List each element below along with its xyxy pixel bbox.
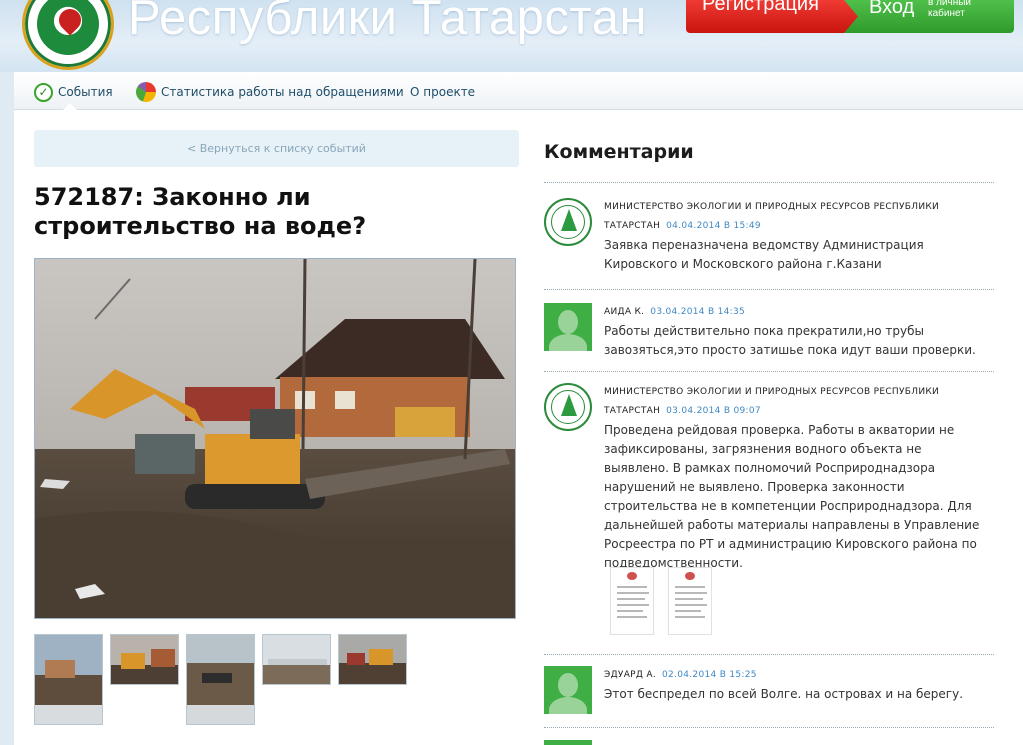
comment-divider [544, 371, 994, 372]
back-to-events-link[interactable]: < Вернуться к списку событий [34, 130, 519, 167]
comment-item: МИНИСТЕРСТВО ЭКОЛОГИИ И ПРИРОДНЫХ РЕСУРС… [544, 198, 994, 276]
nav-item-about[interactable]: О проекте [410, 81, 475, 103]
attachment-document-thumbnail[interactable] [668, 567, 712, 635]
nav-item-statistics[interactable]: Статистика работы над обращениями [136, 81, 404, 103]
site-title: Республики Татарстан [128, 0, 648, 45]
ministry-logo-avatar[interactable] [544, 383, 592, 431]
tree-icon [561, 394, 577, 416]
user-avatar[interactable] [544, 666, 592, 714]
event-main-photo[interactable] [34, 258, 516, 619]
main-nav: ✓ События Статистика работы над обращени… [14, 72, 1023, 110]
photo-thumbnail[interactable] [338, 634, 407, 685]
comment-date: 03.04.2014 в 09:07 [666, 406, 761, 416]
comment-divider [544, 182, 994, 183]
comment-item: МИНИСТЕРСТВО ЭКОЛОГИИ И ПРИРОДНЫХ РЕСУРС… [544, 383, 994, 643]
register-button[interactable]: Регистрация [686, 0, 858, 33]
nav-item-label: События [58, 85, 113, 99]
comment-date: 03.04.2014 в 14:35 [650, 307, 746, 317]
comment-body: МИНИСТЕРСТВО ЭКОЛОГИИ И ПРИРОДНЫХ РЕСУРС… [604, 198, 984, 274]
thumbnail-image [187, 635, 254, 724]
page-content: ✓ События Статистика работы над обращени… [14, 72, 1023, 745]
ministry-logo-avatar[interactable] [544, 198, 592, 246]
comment-body: ЭДУАРД А. 02.04.2014 в 15:25 Этот беспред… [604, 666, 984, 704]
comment-author-line: МИНИСТЕРСТВО ЭКОЛОГИИ И ПРИРОДНЫХ РЕСУРС… [604, 198, 984, 236]
comment-text: Заявка переназначена ведомству Администр… [604, 238, 924, 271]
comment-text: Работы действительно пока прекратили,но … [604, 324, 976, 357]
avatar-head-shape [558, 673, 578, 697]
comment-body: МИНИСТЕРСТВО ЭКОЛОГИИ И ПРИРОДНЫХ РЕСУРС… [604, 383, 984, 573]
photo-thumbnail[interactable] [110, 634, 179, 685]
user-avatar[interactable] [544, 740, 592, 745]
site-header: Республики Татарстан Регистрация Вход в … [0, 0, 1023, 72]
comment-divider [544, 654, 994, 655]
comment-author-line: МИНИСТЕРСТВО ЭКОЛОГИИ И ПРИРОДНЫХ РЕСУРС… [604, 383, 984, 421]
login-sublabel: в личный кабинет [928, 0, 972, 19]
comment-date: 04.04.2014 в 15:49 [666, 221, 761, 231]
attachment-document-thumbnail[interactable] [610, 567, 654, 635]
photo-thumbnail[interactable] [34, 634, 103, 725]
nav-item-label: Статистика работы над обращениями [161, 85, 404, 99]
document-seal-icon [627, 572, 637, 580]
photo-thumbnail[interactable] [262, 634, 331, 685]
comment-date: 02.04.2014 в 15:25 [662, 670, 757, 680]
register-label: Регистрация [702, 0, 819, 15]
active-tab-pointer [63, 103, 77, 110]
thumbnail-image [35, 635, 102, 724]
comments-title: Комментарии [544, 141, 694, 163]
thumbnail-image [263, 635, 330, 684]
tree-icon [561, 209, 577, 231]
comment-text: Этот беспредел по всей Волге. на острова… [604, 687, 964, 701]
check-circle-icon: ✓ [34, 82, 53, 102]
comment-item-partial [544, 740, 994, 745]
event-title: 572187: Законно ли строительство на воде… [34, 183, 367, 240]
comment-item: ЭДУАРД А. 02.04.2014 в 15:25 Этот беспред… [544, 666, 994, 722]
nav-item-label: О проекте [410, 85, 476, 99]
avatar-body-shape [549, 334, 587, 351]
comment-body: АИДА К. 03.04.2014 в 14:35 Работы действи… [604, 303, 984, 360]
user-avatar[interactable] [544, 303, 592, 351]
photo-thumbnail[interactable] [186, 634, 255, 725]
login-label: Вход [869, 0, 915, 18]
comment-author-line: ЭДУАРД А. 02.04.2014 в 15:25 [604, 666, 984, 685]
comment-author[interactable]: МИНИСТЕРСТВО ЭКОЛОГИИ И ПРИРОДНЫХ РЕСУРС… [604, 202, 939, 231]
tatarstan-emblem-logo[interactable] [22, 0, 114, 70]
comment-divider [544, 727, 994, 728]
comment-item: АИДА К. 03.04.2014 в 14:35 Работы действи… [544, 303, 994, 359]
construction-photo-illustration [35, 259, 515, 618]
comment-author[interactable]: АИДА К. [604, 307, 644, 317]
comment-author-line: АИДА К. 03.04.2014 в 14:35 [604, 303, 984, 322]
avatar-body-shape [549, 697, 587, 714]
comment-divider [544, 289, 994, 290]
avatar-head-shape [558, 310, 578, 334]
pie-chart-icon [136, 82, 156, 102]
thumbnail-image [111, 635, 178, 684]
comment-author[interactable]: ЭДУАРД А. [604, 670, 656, 680]
login-button[interactable]: Вход в личный кабинет [844, 0, 1014, 33]
comment-text: Проведена рейдовая проверка. Работы в ак… [604, 423, 980, 570]
document-seal-icon [685, 572, 695, 580]
thumbnail-image [339, 635, 406, 684]
comment-author[interactable]: МИНИСТЕРСТВО ЭКОЛОГИИ И ПРИРОДНЫХ РЕСУРС… [604, 387, 939, 416]
nav-item-events[interactable]: ✓ События [34, 81, 113, 103]
